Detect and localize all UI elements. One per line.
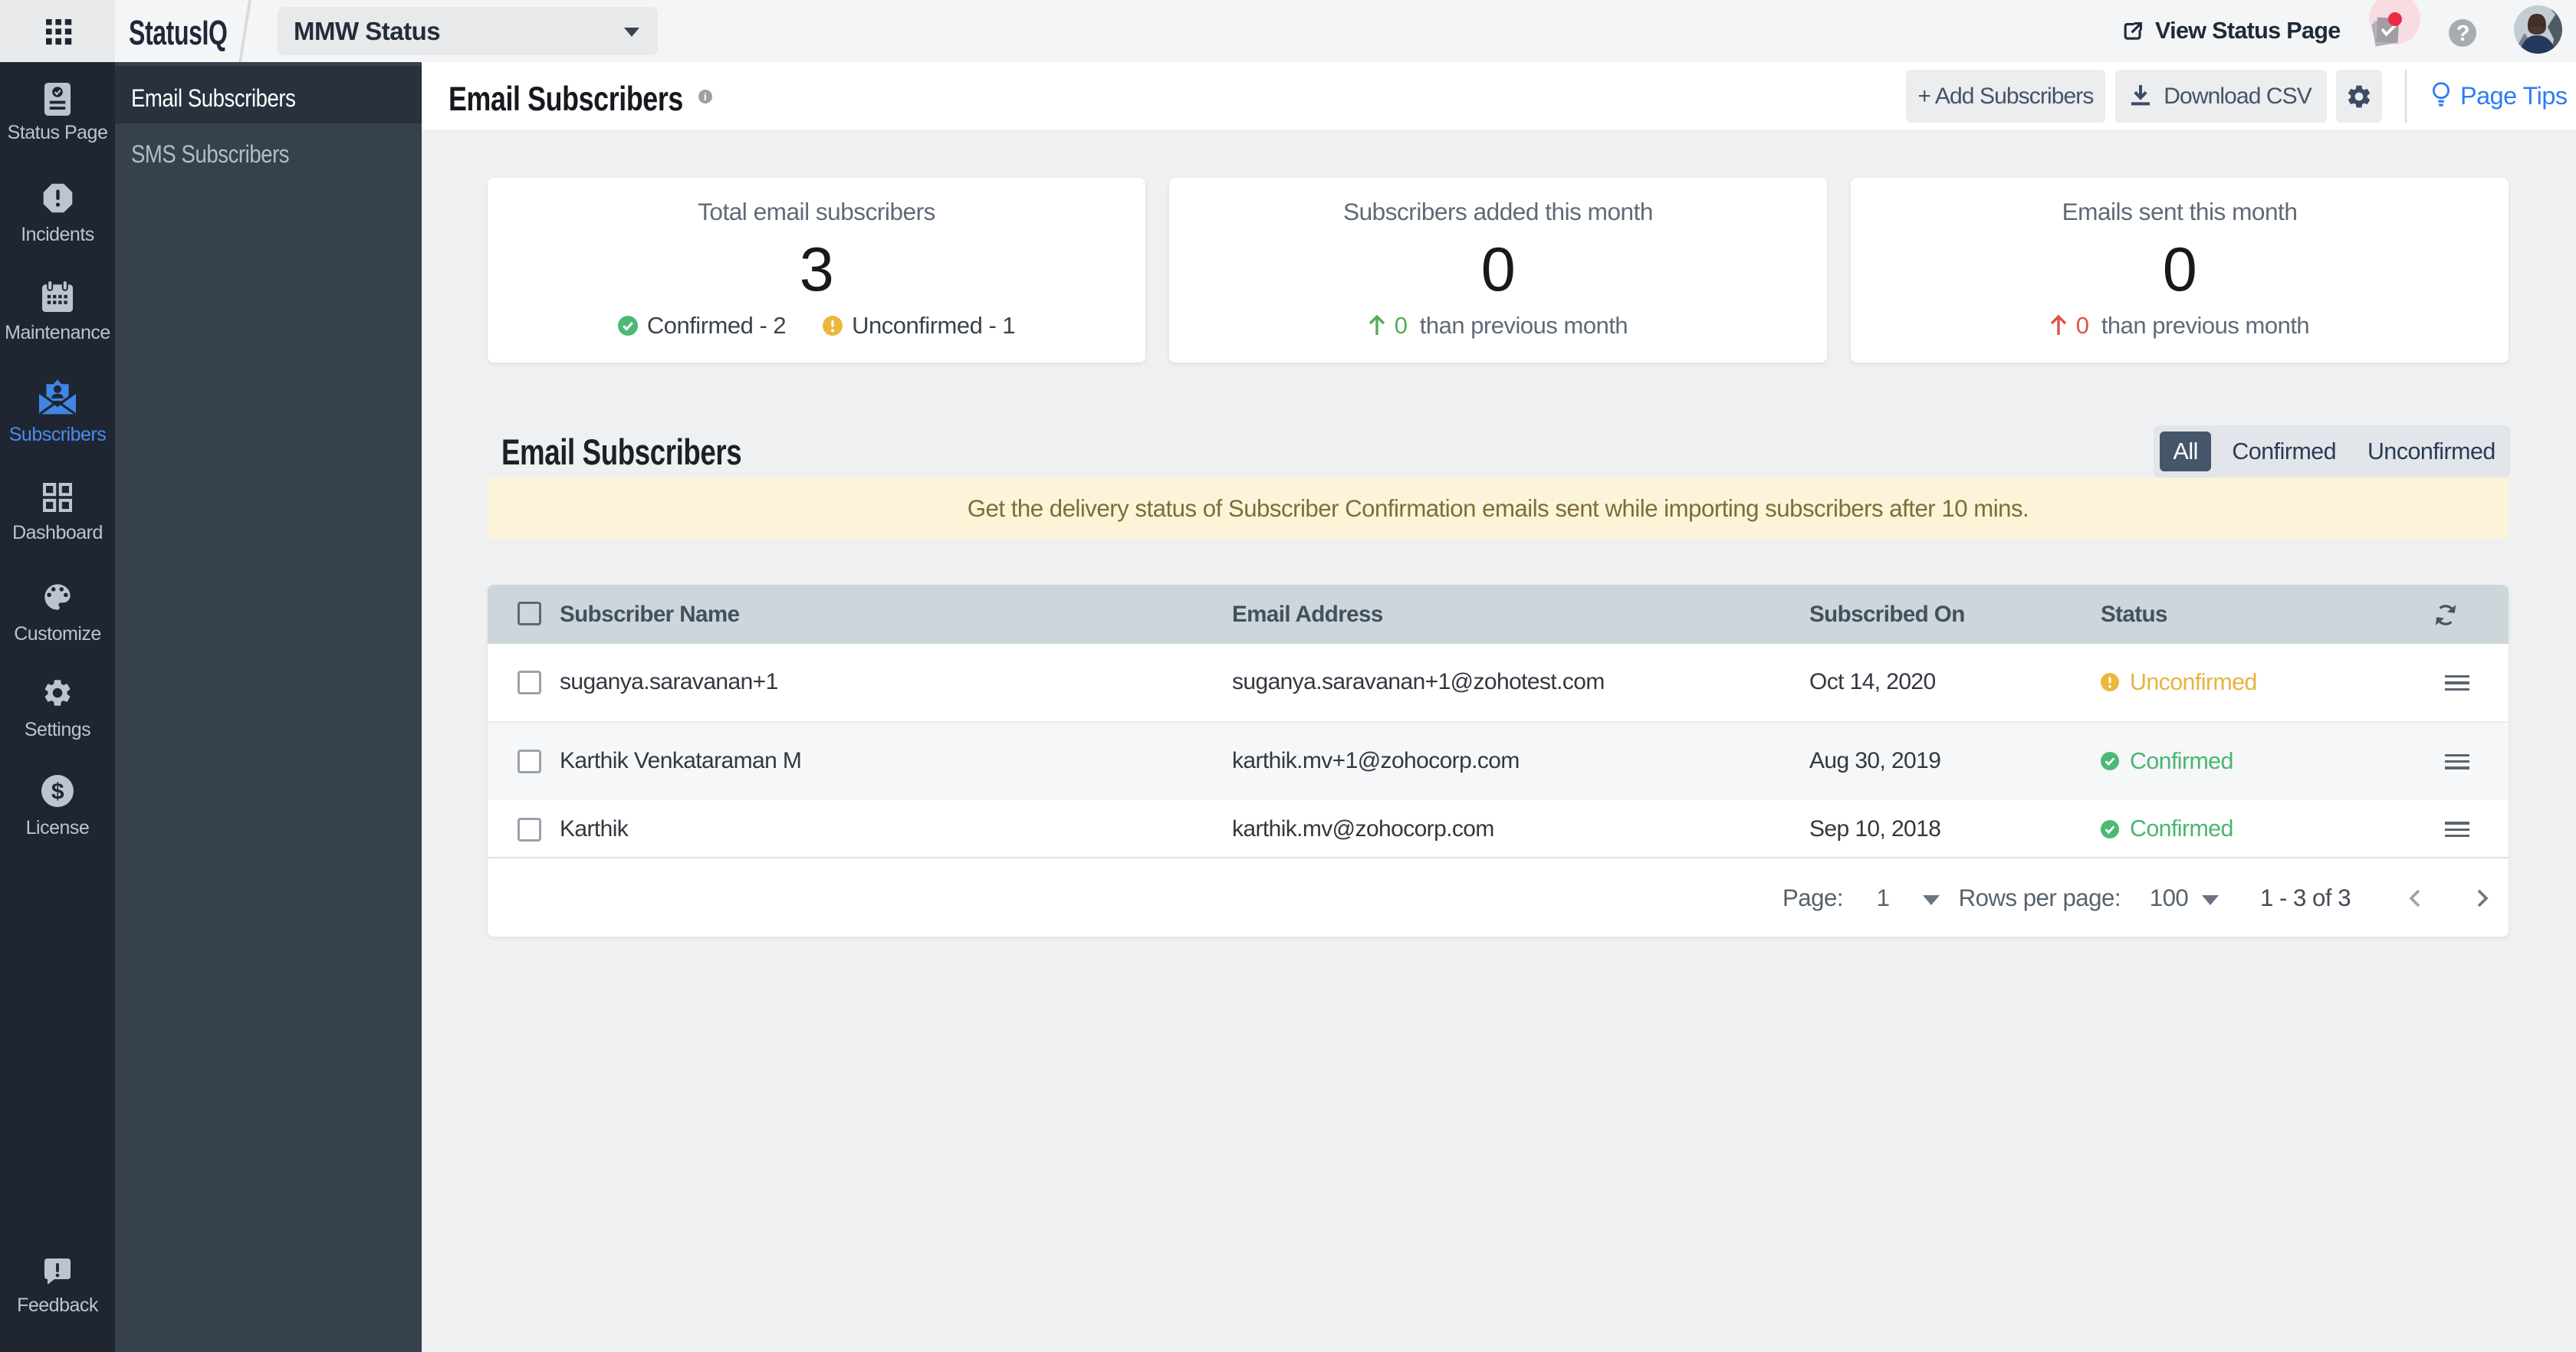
svg-text:$: $ bbox=[51, 779, 64, 805]
